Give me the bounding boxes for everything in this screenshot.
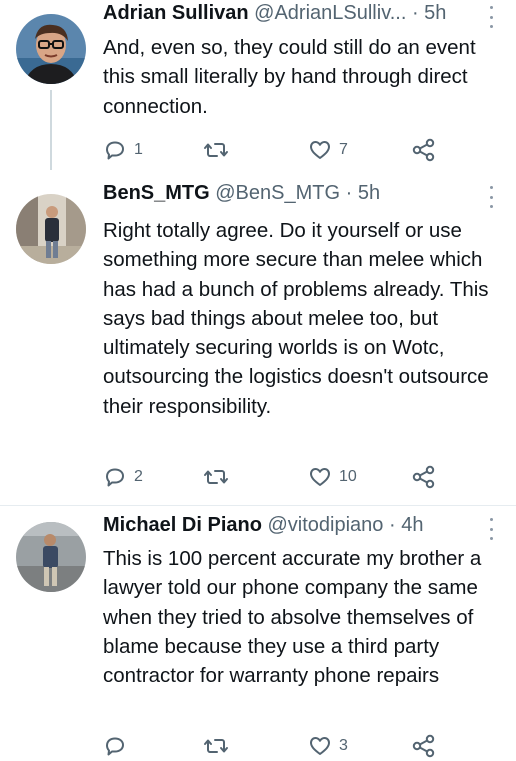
share-button[interactable] xyxy=(411,731,437,761)
share-icon xyxy=(412,138,435,162)
like-count: 10 xyxy=(339,468,357,485)
like-button[interactable]: 10 xyxy=(308,462,357,492)
thread-line xyxy=(50,90,52,170)
reply-icon xyxy=(106,468,124,487)
handle[interactable]: @BenS_MTG xyxy=(215,182,340,204)
like-count: 3 xyxy=(339,737,348,754)
tweet-header: Adrian Sullivan @AdrianLSulliv... · 5h xyxy=(103,2,488,32)
tweet[interactable]: BenS_MTG @BenS_MTG · 5h Right totally ag… xyxy=(0,180,516,505)
more-icon[interactable] xyxy=(488,6,494,28)
retweet-button[interactable] xyxy=(203,135,236,165)
tweet-divider xyxy=(0,505,516,506)
tweet-header: Michael Di Piano @vitodipiano · 4h xyxy=(103,514,488,544)
retweet-button[interactable] xyxy=(203,462,236,492)
display-name[interactable]: Michael Di Piano xyxy=(103,514,262,536)
reply-count: 1 xyxy=(134,141,143,158)
reply-button[interactable]: 2 xyxy=(103,462,143,492)
avatar[interactable] xyxy=(16,522,86,592)
tweet-text: And, even so, they could still do an eve… xyxy=(103,36,476,118)
retweet-icon xyxy=(204,739,228,753)
display-name[interactable]: BenS_MTG xyxy=(103,182,210,204)
reply-icon xyxy=(106,737,124,756)
reply-button[interactable] xyxy=(103,731,134,761)
like-button[interactable]: 3 xyxy=(308,731,348,761)
avatar[interactable] xyxy=(16,14,86,84)
tweet-header: BenS_MTG @BenS_MTG · 5h xyxy=(103,182,488,212)
tweet-text: Right totally agree. Do it yourself or u… xyxy=(103,219,489,418)
retweet-icon xyxy=(204,470,228,484)
more-icon[interactable] xyxy=(488,518,494,540)
tweet[interactable]: Michael Di Piano @vitodipiano · 4h This … xyxy=(0,512,516,758)
heart-icon xyxy=(310,737,330,755)
action-bar: 3 xyxy=(103,731,503,761)
timestamp[interactable]: · 5h xyxy=(346,182,380,204)
reply-icon xyxy=(106,141,124,160)
handle[interactable]: @AdrianLSulliv... xyxy=(254,2,406,24)
retweet-icon xyxy=(204,143,228,157)
heart-icon xyxy=(310,141,330,159)
reply-button[interactable]: 1 xyxy=(103,135,143,165)
share-icon xyxy=(412,465,435,489)
like-count: 7 xyxy=(339,141,348,158)
avatar[interactable] xyxy=(16,194,86,264)
share-button[interactable] xyxy=(411,462,437,492)
action-bar: 2 10 xyxy=(103,462,503,492)
like-button[interactable]: 7 xyxy=(308,135,348,165)
tweet-text: This is 100 percent accurate my brother … xyxy=(103,547,482,688)
heart-icon xyxy=(310,468,330,486)
more-icon[interactable] xyxy=(488,186,494,208)
share-icon xyxy=(412,734,435,758)
share-button[interactable] xyxy=(411,135,437,165)
handle[interactable]: @vitodipiano xyxy=(268,514,384,536)
action-bar: 1 7 xyxy=(103,135,503,165)
display-name[interactable]: Adrian Sullivan xyxy=(103,2,249,24)
timestamp[interactable]: · 4h xyxy=(389,514,423,536)
retweet-button[interactable] xyxy=(203,731,236,761)
tweet[interactable]: Adrian Sullivan @AdrianLSulliv... · 5h A… xyxy=(0,0,516,170)
reply-count: 2 xyxy=(134,468,143,485)
timestamp[interactable]: · 5h xyxy=(412,2,446,24)
